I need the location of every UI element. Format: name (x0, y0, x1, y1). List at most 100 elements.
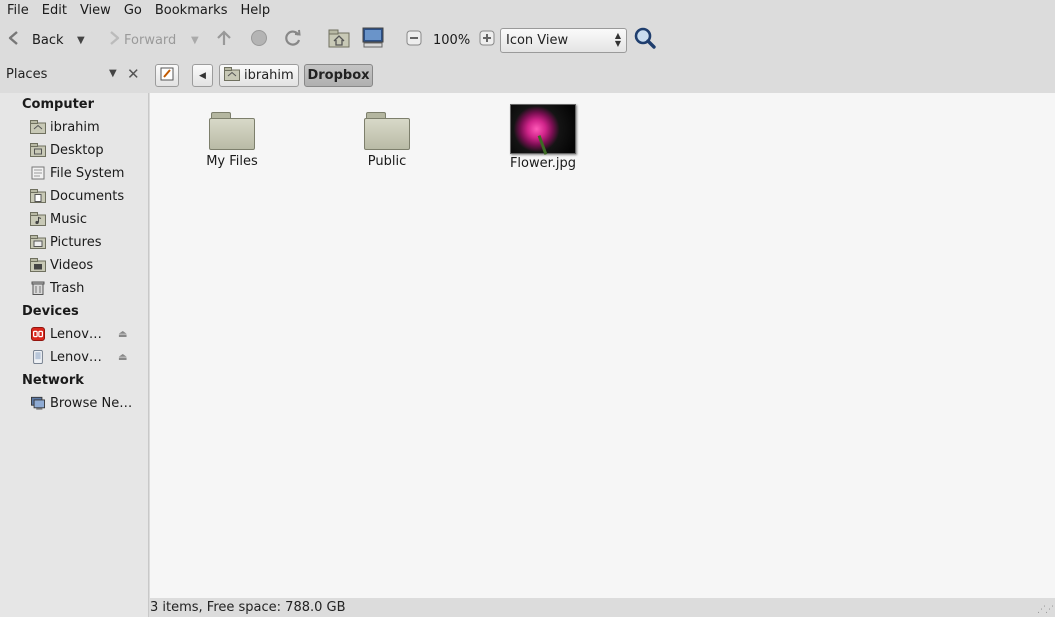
zoom-out-button[interactable] (406, 22, 422, 58)
select-spin-icon: ▲ ▼ (614, 31, 621, 48)
back-history-dropdown[interactable]: ▼ (77, 22, 85, 58)
home-folder-icon (224, 66, 240, 85)
folder-icon (364, 110, 410, 150)
drive-icon (33, 350, 43, 364)
sidebar-item-videos[interactable]: Videos (30, 255, 148, 275)
zoom-out-icon (406, 30, 422, 50)
breadcrumb-label: ibrahim (244, 68, 294, 83)
sidebar-item-label: Videos (50, 257, 94, 273)
sidebar-item-pictures[interactable]: Pictures (30, 232, 148, 252)
home-icon (328, 28, 350, 52)
file-name: My Files (206, 154, 258, 169)
sidebar-item-label: Lenov… (50, 349, 102, 365)
reload-button[interactable] (283, 22, 303, 58)
videos-folder-icon (30, 258, 46, 272)
file-view[interactable]: My Files Public Flower.jpg (150, 93, 1055, 598)
sidebar-item-device-2[interactable]: Lenov… (30, 347, 148, 367)
places-dropdown-icon[interactable]: ▼ (109, 68, 117, 79)
view-mode-select[interactable]: Icon View ▲ ▼ (500, 28, 627, 53)
folder-icon (209, 110, 255, 150)
file-name: Flower.jpg (509, 156, 577, 171)
sidebar-section-network: Network (22, 373, 84, 388)
sidebar-item-music[interactable]: Music (30, 209, 148, 229)
stop-button[interactable] (250, 22, 268, 58)
file-item-my-files[interactable]: My Files (177, 110, 287, 169)
places-label[interactable]: Places (6, 67, 47, 82)
zoom-in-icon (479, 30, 495, 50)
breadcrumb-label: Dropbox (307, 68, 370, 83)
forward-arrow-icon (104, 29, 124, 51)
sidebar-item-label: Desktop (50, 142, 104, 158)
menu-bookmarks[interactable]: Bookmarks (148, 0, 234, 22)
breadcrumb-dropbox[interactable]: Dropbox (304, 64, 373, 87)
sidebar-item-label: ibrahim (50, 119, 100, 135)
menu-view[interactable]: View (73, 0, 117, 22)
back-arrow-icon (6, 29, 26, 51)
home-folder-icon (30, 120, 46, 134)
toolbar: Back ▼ Forward ▼ 100% Icon View ▲ ▼ (0, 22, 1055, 58)
music-folder-icon (30, 212, 46, 226)
documents-folder-icon (30, 189, 46, 203)
edit-location-icon (160, 67, 174, 85)
reload-icon (283, 28, 303, 52)
sidebar-item-label: Browse Ne… (50, 395, 133, 411)
search-button[interactable] (633, 22, 657, 58)
zoom-in-button[interactable] (479, 22, 495, 58)
sidebar-item-label: Lenov… (50, 326, 102, 342)
sidebar-item-label: Trash (50, 280, 85, 296)
location-bar: Places ▼ ✕ ◀ ibrahim Dropbox (0, 58, 1055, 93)
menu-bar: File Edit View Go Bookmarks Help (0, 0, 1055, 22)
sidebar-item-label: Music (50, 211, 87, 227)
computer-icon (361, 27, 385, 53)
status-text: 3 items, Free space: 788.0 GB (150, 600, 346, 615)
close-sidebar-icon[interactable]: ✕ (127, 65, 140, 83)
file-item-flower-jpg[interactable]: Flower.jpg (488, 104, 598, 171)
pictures-folder-icon (30, 235, 46, 249)
sidebar-item-ibrahim[interactable]: ibrahim (30, 117, 148, 137)
desktop-folder-icon (30, 143, 46, 157)
sidebar-item-label: Documents (50, 188, 125, 204)
back-button[interactable]: Back (6, 22, 64, 58)
sidebar-item-label: File System (50, 165, 125, 181)
up-button[interactable] (214, 22, 234, 58)
image-thumbnail-icon (510, 104, 576, 155)
sidebar-item-label: Pictures (50, 234, 102, 250)
menu-help[interactable]: Help (233, 0, 276, 22)
sidebar: Computer ibrahim Desktop File System Doc… (0, 93, 149, 617)
search-icon (633, 26, 657, 54)
menu-go[interactable]: Go (117, 0, 148, 22)
breadcrumb-scroll-left-button[interactable]: ◀ (192, 64, 213, 87)
device-icon (31, 327, 45, 341)
status-bar: 3 items, Free space: 788.0 GB ⋰⋰ (150, 598, 1055, 617)
breadcrumb-ibrahim[interactable]: ibrahim (219, 64, 299, 87)
eject-icon[interactable]: ⏏ (118, 352, 127, 363)
toggle-location-entry-button[interactable] (155, 64, 179, 87)
zoom-level: 100% (433, 32, 471, 48)
menu-file[interactable]: File (0, 0, 35, 22)
sidebar-section-computer: Computer (22, 97, 95, 112)
sidebar-item-file-system[interactable]: File System (30, 163, 148, 183)
forward-label: Forward (124, 32, 177, 48)
network-icon (31, 396, 45, 410)
filesystem-icon (31, 166, 45, 180)
sidebar-item-trash[interactable]: Trash (30, 278, 148, 298)
file-item-public[interactable]: Public (332, 110, 442, 169)
sidebar-section-devices: Devices (22, 304, 79, 319)
resize-grip-icon[interactable]: ⋰⋰ (1037, 605, 1054, 615)
forward-history-dropdown[interactable]: ▼ (191, 22, 199, 58)
menu-edit[interactable]: Edit (35, 0, 73, 22)
sidebar-item-browse-network[interactable]: Browse Ne… (30, 393, 148, 413)
left-triangle-icon: ◀ (199, 70, 206, 81)
file-name: Public (367, 154, 407, 169)
sidebar-item-desktop[interactable]: Desktop (30, 140, 148, 160)
forward-button[interactable]: Forward (104, 22, 176, 58)
computer-button[interactable] (361, 22, 385, 58)
sidebar-item-documents[interactable]: Documents (30, 186, 148, 206)
trash-icon (31, 281, 45, 295)
back-label: Back (32, 32, 64, 48)
view-mode-value: Icon View (506, 33, 569, 48)
sidebar-item-device-1[interactable]: Lenov… (30, 324, 148, 344)
eject-icon[interactable]: ⏏ (118, 329, 127, 340)
home-button[interactable] (328, 22, 350, 58)
stop-icon (250, 29, 268, 51)
